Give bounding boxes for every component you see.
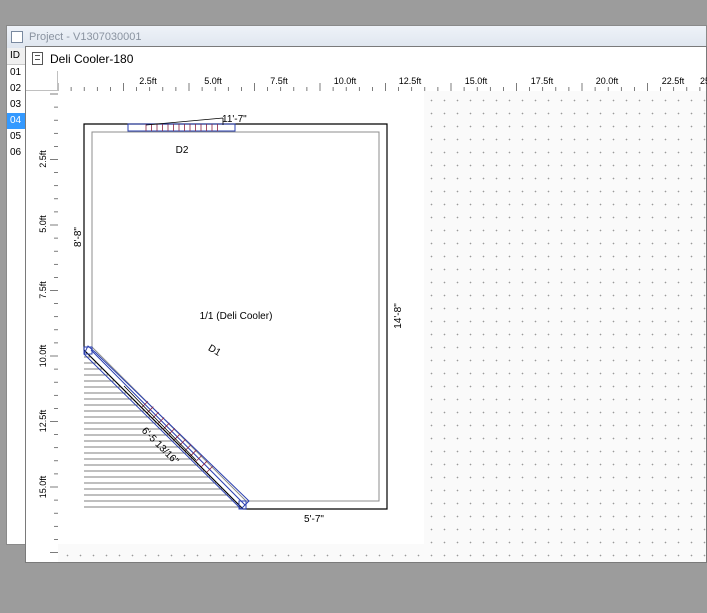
dimension-bottom: 5'-7" xyxy=(304,514,324,525)
column-header-id[interactable]: ID xyxy=(7,48,27,65)
ruler-tick-label: 15.0ft xyxy=(465,76,488,86)
ruler-tick-label: 10.0ft xyxy=(334,76,357,86)
table-row[interactable]: 05 xyxy=(7,129,27,145)
ruler-tick-label: 5.0ft xyxy=(38,215,48,233)
ruler-tick-label: 25 xyxy=(700,76,707,86)
dimension-left: 8'-8" xyxy=(73,227,84,247)
table-row-selected[interactable]: 04 xyxy=(7,113,27,129)
horizontal-ruler-svg: 2.5ft 5.0ft 7.5ft 10.0ft 12.5ft 15.0ft 1… xyxy=(57,76,707,91)
ruler-tick-label: 10.0ft xyxy=(38,344,48,367)
drawing-titlebar: Deli Cooler-180 xyxy=(26,47,706,72)
drawing-canvas[interactable]: 11'-7" D2 8'-8" 14'-8" 1/1 (Deli Cooler)… xyxy=(58,91,706,562)
ruler-tick-label: 17.5ft xyxy=(531,76,554,86)
horizontal-ruler: 2.5ft 5.0ft 7.5ft 10.0ft 12.5ft 15.0ft 1… xyxy=(57,71,707,92)
drawing-window-title: Deli Cooler-180 xyxy=(50,52,134,66)
ruler-tick-label: 12.5ft xyxy=(399,76,422,86)
door-d2-label: D2 xyxy=(176,145,189,156)
ruler-tick-label: 20.0ft xyxy=(596,76,619,86)
dimension-right: 14'-8" xyxy=(393,303,404,329)
table-row[interactable]: 03 xyxy=(7,97,27,113)
ruler-tick-label: 7.5ft xyxy=(38,281,48,299)
document-icon xyxy=(32,52,43,65)
vertical-ruler: 2.5ft 5.0ft 7.5ft 10.0ft 12.5ft 15.0ft xyxy=(26,91,59,562)
ruler-tick-label: 15.0ft xyxy=(38,475,48,498)
table-row[interactable]: 02 xyxy=(7,81,27,97)
ruler-tick-label: 2.5ft xyxy=(139,76,157,86)
ruler-tick-label: 5.0ft xyxy=(204,76,222,86)
ruler-tick-label: 12.5ft xyxy=(38,409,48,432)
table-row[interactable]: 06 xyxy=(7,145,27,161)
room-label: 1/1 (Deli Cooler) xyxy=(200,311,273,322)
vertical-ruler-svg: 2.5ft 5.0ft 7.5ft 10.0ft 12.5ft 15.0ft xyxy=(38,93,58,553)
project-window-icon xyxy=(11,31,23,43)
ruler-corner xyxy=(26,71,58,91)
door-d1-label: D1 xyxy=(206,343,223,359)
project-window-title: Project - V1307030001 xyxy=(29,31,142,43)
dimension-diagonal: 6'-5 13/16" xyxy=(139,425,181,467)
floor-plan[interactable]: 11'-7" D2 8'-8" 14'-8" 1/1 (Deli Cooler)… xyxy=(58,91,706,562)
door-d2-hatch xyxy=(145,124,218,131)
drawing-window: Deli Cooler-180 2.5ft 5.0ft 7.5ft 10.0ft… xyxy=(25,46,707,563)
dimension-top: 11'-7" xyxy=(222,114,247,125)
table-row[interactable]: 01 xyxy=(7,65,27,81)
ruler-tick-label: 22.5ft xyxy=(662,76,685,86)
ruler-tick-label: 7.5ft xyxy=(270,76,288,86)
door-d2-frame xyxy=(127,123,236,132)
ruler-tick-label: 2.5ft xyxy=(38,150,48,168)
door-d1-line xyxy=(90,349,246,506)
